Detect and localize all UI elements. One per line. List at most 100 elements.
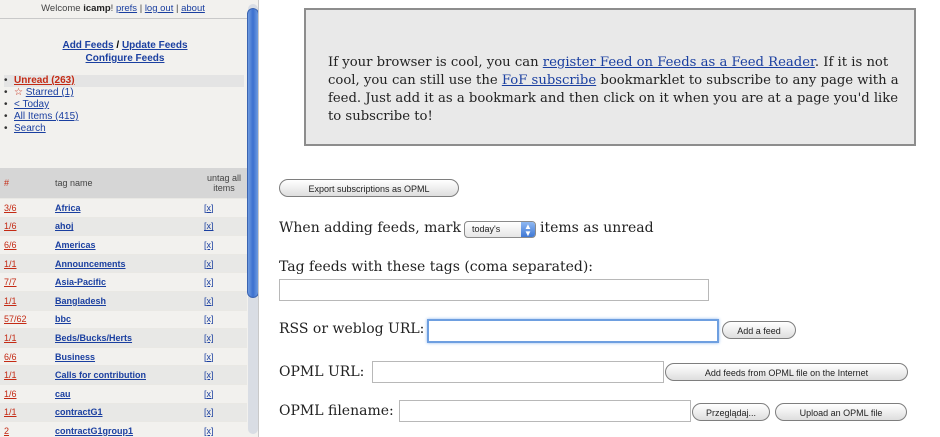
rss-url-input[interactable] [427, 319, 719, 343]
unread-link[interactable]: Unread (263) [14, 75, 75, 86]
header-untag: untag all items [201, 168, 247, 199]
opml-url-input[interactable] [372, 361, 664, 383]
header-tag-name: tag name [39, 168, 201, 199]
untag-cell: [x] [201, 290, 247, 311]
tag-link[interactable]: contractG1 [55, 407, 103, 417]
opml-file-input[interactable] [399, 400, 691, 422]
welcome-bar: Welcome icamp! prefs | log out | about [0, 0, 258, 19]
sidebar: Welcome icamp! prefs | log out | about A… [0, 0, 259, 437]
tag-count[interactable]: 1/6 [0, 216, 39, 236]
tag-count[interactable]: 1/6 [0, 383, 39, 404]
untag-link[interactable]: [x] [204, 277, 214, 287]
tag-count[interactable]: 7/7 [0, 272, 39, 292]
untag-link[interactable]: [x] [204, 426, 214, 436]
info-text-part: If your browser is cool, you can [328, 55, 543, 70]
untag-link[interactable]: [x] [204, 389, 214, 399]
tag-count[interactable]: 2 [0, 421, 39, 437]
export-opml-button[interactable]: Export subscriptions as OPML [279, 179, 459, 197]
tag-row: 3/6 Africa [x] [0, 198, 247, 218]
feed-links: Add Feeds / Update Feeds Configure Feeds [4, 25, 246, 65]
untag-link[interactable]: [x] [204, 203, 214, 213]
tag-link[interactable]: Americas [55, 240, 96, 250]
tag-count[interactable]: 3/6 [0, 198, 39, 218]
tag-count[interactable]: 6/6 [0, 235, 39, 255]
view-item-unread[interactable]: Unread (263) [4, 75, 244, 87]
prefs-link[interactable]: prefs [116, 3, 137, 14]
tag-link[interactable]: Beds/Bucks/Herts [55, 333, 132, 343]
username: icamp [83, 3, 111, 14]
tag-row: 6/6 Business [x] [0, 346, 247, 366]
tag-link[interactable]: Asia-Pacific [55, 277, 106, 287]
tag-count[interactable]: 6/6 [0, 346, 39, 366]
untag-link[interactable]: [x] [204, 259, 214, 269]
opml-url-label: OPML URL: [279, 364, 365, 380]
tag-table: # tag name untag all items 3/6 Africa [x] 1… [0, 168, 247, 437]
tag-count[interactable]: 1/1 [0, 290, 39, 311]
add-feed-button[interactable]: Add a feed [722, 321, 796, 339]
untag-link[interactable]: [x] [204, 352, 214, 362]
view-item-today[interactable]: < Today [4, 99, 244, 111]
tag-link[interactable]: contractG1group1 [55, 426, 133, 436]
tag-link[interactable]: Africa [55, 203, 81, 213]
tag-row: 1/1 Bangladesh [x] [0, 290, 247, 311]
view-item-starred[interactable]: ☆ Starred (1) [4, 87, 244, 99]
tags-input[interactable] [279, 279, 709, 301]
untag-link[interactable]: [x] [204, 407, 214, 417]
tag-count[interactable]: 1/1 [0, 328, 39, 348]
tag-name-cell: Business [39, 346, 201, 366]
register-feed-reader-link[interactable]: register Feed on Feeds as a Feed Reader [543, 55, 815, 70]
sidebar-scrollbar-thumb[interactable] [247, 8, 258, 298]
today-link[interactable]: < Today [14, 99, 49, 110]
untag-link[interactable]: [x] [204, 240, 214, 250]
tag-link[interactable]: Business [55, 352, 95, 362]
tag-count[interactable]: 57/62 [0, 309, 39, 329]
untag-link[interactable]: [x] [204, 370, 214, 380]
all-items-link[interactable]: All Items (415) [14, 111, 78, 122]
select-arrows-icon: ▲ ▼ [521, 222, 535, 238]
select-value: today's [472, 224, 501, 234]
view-item-search[interactable]: Search [4, 123, 244, 135]
untag-cell: [x] [201, 253, 247, 273]
tag-name-cell: Announcements [39, 253, 201, 273]
mark-unread-select[interactable]: today's ▲ ▼ [464, 221, 536, 238]
configure-feeds-link[interactable]: Configure Feeds [86, 53, 165, 64]
logout-link[interactable]: log out [145, 3, 174, 14]
tag-name-cell: bbc [39, 309, 201, 329]
about-link[interactable]: about [181, 3, 205, 14]
tag-link[interactable]: bbc [55, 314, 71, 324]
add-opml-url-button[interactable]: Add feeds from OPML file on the Internet [665, 363, 908, 381]
rss-url-label: RSS or weblog URL: [279, 321, 425, 337]
tag-count[interactable]: 1/1 [0, 365, 39, 385]
star-icon: ☆ [14, 87, 23, 98]
tag-row: 1/1 Beds/Bucks/Herts [x] [0, 328, 247, 348]
search-link[interactable]: Search [14, 123, 46, 134]
tag-table-header: # tag name untag all items [0, 168, 247, 199]
tag-row: 2 contractG1group1 [x] [0, 421, 247, 437]
fof-subscribe-link[interactable]: FoF subscribe [502, 73, 596, 88]
untag-link[interactable]: [x] [204, 314, 214, 324]
main-panel: If your browser is cool, you can registe… [259, 0, 940, 437]
browse-button[interactable]: Przeglądaj... [692, 403, 770, 421]
tag-link[interactable]: Calls for contribution [55, 370, 146, 380]
view-list: Unread (263) ☆ Starred (1) < Today All I… [4, 75, 244, 135]
untag-cell: [x] [201, 216, 247, 236]
untag-cell: [x] [201, 383, 247, 404]
tag-count[interactable]: 1/1 [0, 402, 39, 422]
add-feeds-link[interactable]: Add Feeds [62, 40, 113, 51]
tag-link[interactable]: cau [55, 389, 71, 399]
upload-opml-button[interactable]: Upload an OPML file [775, 403, 907, 421]
untag-cell: [x] [201, 235, 247, 255]
tag-row: 6/6 Americas [x] [0, 235, 247, 255]
untag-link[interactable]: [x] [204, 296, 214, 306]
tag-row: 7/7 Asia-Pacific [x] [0, 272, 247, 292]
tag-link[interactable]: Bangladesh [55, 296, 106, 306]
tag-link[interactable]: ahoj [55, 221, 74, 231]
tag-link[interactable]: Announcements [55, 259, 126, 269]
untag-link[interactable]: [x] [204, 333, 214, 343]
tag-count[interactable]: 1/1 [0, 253, 39, 273]
view-item-all[interactable]: All Items (415) [4, 111, 244, 123]
starred-link[interactable]: Starred (1) [26, 87, 74, 98]
tag-name-cell: Beds/Bucks/Herts [39, 328, 201, 348]
update-feeds-link[interactable]: Update Feeds [122, 40, 188, 51]
untag-link[interactable]: [x] [204, 221, 214, 231]
